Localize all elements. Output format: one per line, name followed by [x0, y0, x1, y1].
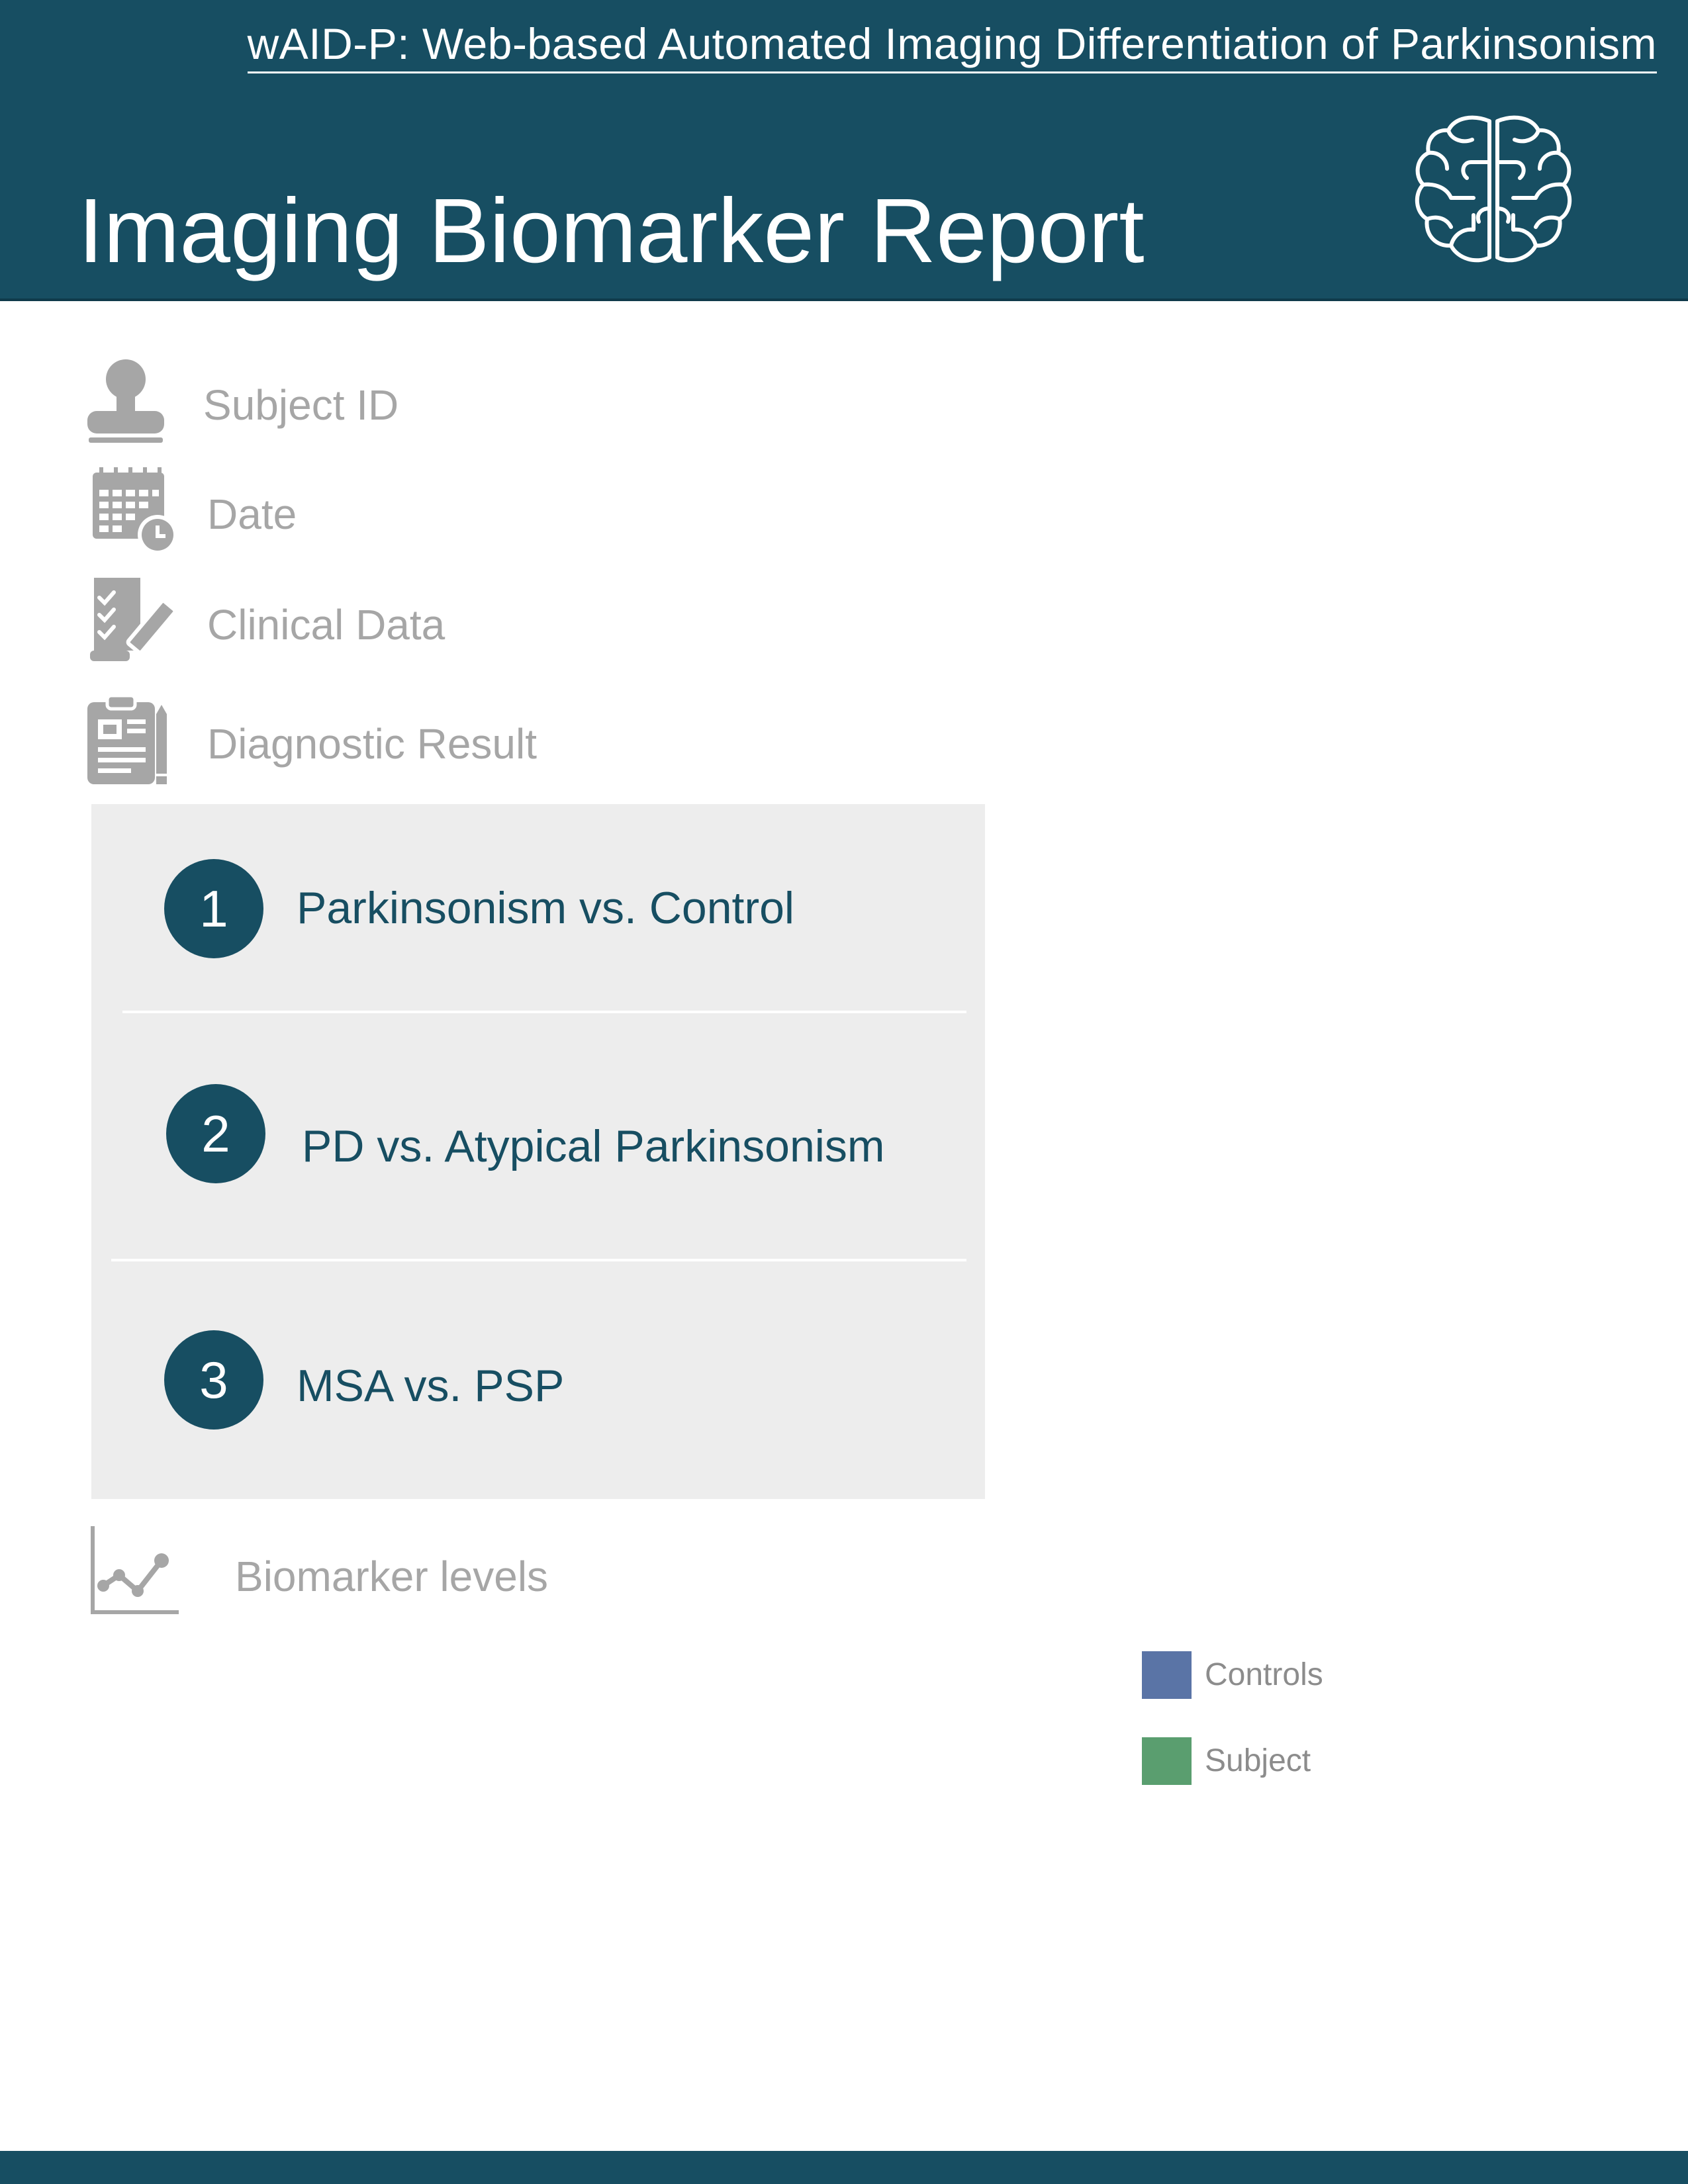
diagnostic-result-label: Diagnostic Result	[207, 720, 537, 768]
clinical-data-row: Clinical Data	[79, 572, 1006, 672]
footer-bar	[0, 2151, 1688, 2184]
diagnostic-item-msa-vs-psp: 3 MSA vs. PSP	[91, 1330, 985, 1430]
legend-item-controls: Controls	[1142, 1651, 1407, 1701]
legend-label: Controls	[1205, 1657, 1323, 1692]
brain-icon	[1415, 115, 1572, 263]
app-name: wAID-P: Web-based Automated Imaging Diff…	[247, 19, 1657, 73]
diagnostic-item-parkinsonism-vs-control: 1 Parkinsonism vs. Control	[91, 859, 985, 958]
biomarker-levels-row: Biomarker levels	[79, 1522, 1006, 1621]
diagnostic-result-row: Diagnostic Result	[79, 692, 1006, 791]
diagnostic-label: PD vs. Atypical Parkinsonism	[302, 1121, 885, 1171]
legend-swatch-subject	[1142, 1737, 1192, 1785]
checklist-pencil-icon	[90, 578, 177, 661]
diagnostic-label: Parkinsonism vs. Control	[297, 883, 795, 933]
date-label: Date	[207, 490, 297, 538]
subject-id-label: Subject ID	[203, 381, 399, 429]
diagnostic-result-panel: 1 Parkinsonism vs. Control 2 PD vs. Atyp…	[91, 804, 985, 1499]
legend-swatch-controls	[1142, 1651, 1192, 1699]
step-number-badge: 2	[166, 1084, 265, 1183]
divider	[122, 1011, 966, 1013]
report-title: Imaging Biomarker Report	[78, 180, 1145, 282]
clipboard-icon	[87, 694, 167, 784]
report-page: wAID-P: Web-based Automated Imaging Diff…	[0, 0, 1688, 2184]
legend-label: Subject	[1205, 1743, 1311, 1778]
biomarker-levels-label: Biomarker levels	[235, 1553, 549, 1600]
legend-item-subject: Subject	[1142, 1737, 1407, 1787]
calendar-clock-icon	[93, 467, 177, 555]
step-number-badge: 3	[164, 1330, 263, 1430]
diagnostic-label: MSA vs. PSP	[297, 1361, 565, 1411]
line-chart-icon	[91, 1526, 179, 1614]
step-number-badge: 1	[164, 859, 263, 958]
diagnostic-item-pd-vs-atypical: 2 PD vs. Atypical Parkinsonism	[91, 1084, 985, 1183]
subject-id-row: Subject ID	[79, 354, 1006, 453]
person-icon	[87, 359, 164, 443]
report-header: wAID-P: Web-based Automated Imaging Diff…	[0, 0, 1688, 301]
clinical-data-label: Clinical Data	[207, 601, 445, 649]
date-row: Date	[79, 463, 1006, 563]
divider	[111, 1259, 966, 1261]
